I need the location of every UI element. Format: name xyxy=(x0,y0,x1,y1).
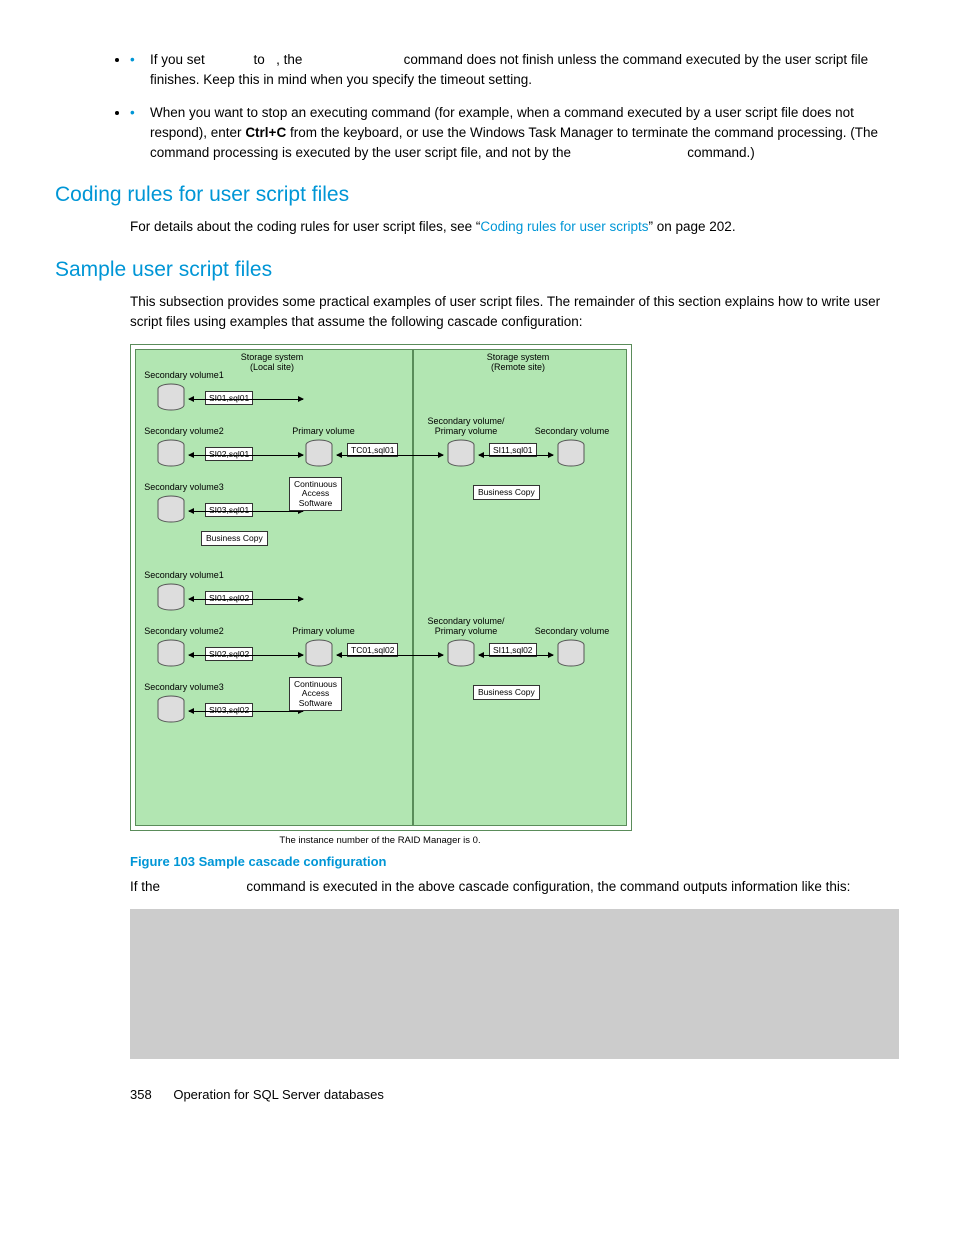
page-content: If you set to , the command does not fin… xyxy=(0,0,954,1132)
cylinder-icon xyxy=(445,639,477,671)
cylinder-icon xyxy=(303,639,335,671)
arrow-icon xyxy=(189,455,303,456)
cylinder-icon xyxy=(155,439,187,471)
bullet1-pre: If you set xyxy=(150,52,209,67)
heading-coding-rules: Coding rules for user script files xyxy=(55,183,899,207)
tag-si02-sql01: SI02,sql01 xyxy=(205,447,253,461)
cylinder-icon xyxy=(555,639,587,671)
business-copy-box-3: Business Copy xyxy=(473,685,540,700)
sv-label-1: Secondary volume xyxy=(527,427,617,437)
sv-label-2: Secondary volume xyxy=(527,627,617,637)
cylinder-icon xyxy=(303,439,335,471)
arrow-icon xyxy=(189,511,303,512)
bullet1-mid1: to xyxy=(254,52,269,67)
bullet-item-1: If you set to , the command does not fin… xyxy=(130,50,899,91)
cylinder-icon xyxy=(555,439,587,471)
remote-site-title: Storage system (Remote site) xyxy=(473,353,563,373)
arrow-icon xyxy=(189,711,303,712)
arrow-icon xyxy=(479,455,553,456)
gap xyxy=(575,145,688,160)
business-copy-box-2: Business Copy xyxy=(473,485,540,500)
after-fig-b: command is executed in the above cascade… xyxy=(246,879,850,894)
sv2-label-1: Secondary volume2 xyxy=(139,427,229,437)
ctrl-c-bold: Ctrl+C xyxy=(245,125,286,140)
footer-chapter-title: Operation for SQL Server databases xyxy=(173,1087,384,1102)
pv-label-1: Primary volume xyxy=(286,427,361,437)
bullet-item-2: When you want to stop an executing comma… xyxy=(130,103,899,164)
sv1-label-1: Secondary volume1 xyxy=(139,371,229,381)
tag-si03-sql01: SI03,sql01 xyxy=(205,503,253,517)
gap xyxy=(306,52,404,67)
cylinder-icon xyxy=(155,495,187,527)
local-site-title: Storage system (Local site) xyxy=(227,353,317,373)
cylinder-icon xyxy=(445,439,477,471)
tag-si03-sql02: SI03,sql02 xyxy=(205,703,253,717)
cascade-diagram: Storage system (Local site) Storage syst… xyxy=(130,344,632,831)
bullet2-c: command.) xyxy=(687,145,755,160)
sv3-label-1: Secondary volume3 xyxy=(139,483,229,493)
heading-sample-scripts: Sample user script files xyxy=(55,258,899,282)
sample-para: This subsection provides some practical … xyxy=(130,292,899,333)
cascade-diagram-wrap: Storage system (Local site) Storage syst… xyxy=(130,344,630,846)
gap xyxy=(164,879,247,894)
coding-text-b: ” on page 202. xyxy=(649,219,736,234)
bullet1-mid2: , the xyxy=(276,52,306,67)
pv-label-2: Primary volume xyxy=(286,627,361,637)
page-number: 358 xyxy=(130,1087,152,1102)
svpv-label-2: Secondary volume/ Primary volume xyxy=(421,617,511,637)
after-fig-a: If the xyxy=(130,879,164,894)
coding-rules-link[interactable]: Coding rules for user scripts xyxy=(480,219,648,234)
tag-si01-sql01: SI01,sql01 xyxy=(205,391,253,405)
arrow-icon xyxy=(337,655,443,656)
gap xyxy=(269,52,277,67)
code-output-block xyxy=(130,909,899,1059)
coding-text-a: For details about the coding rules for u… xyxy=(130,219,480,234)
tag-si01-sql02: SI01,sql02 xyxy=(205,591,253,605)
cas-box-1: Continuous Access Software xyxy=(289,477,342,511)
arrow-icon xyxy=(479,655,553,656)
figure-caption: Figure 103 Sample cascade configuration xyxy=(130,854,899,869)
cas-box-2: Continuous Access Software xyxy=(289,677,342,711)
gap xyxy=(209,52,254,67)
arrow-icon xyxy=(337,455,443,456)
coding-para: For details about the coding rules for u… xyxy=(130,217,899,237)
cylinder-icon xyxy=(155,695,187,727)
top-bullet-list: If you set to , the command does not fin… xyxy=(55,50,899,163)
tag-si02-sql02: SI02,sql02 xyxy=(205,647,253,661)
business-copy-box-1: Business Copy xyxy=(201,531,268,546)
svpv-label-1: Secondary volume/ Primary volume xyxy=(421,417,511,437)
raid-instance-note: The instance number of the RAID Manager … xyxy=(130,835,630,846)
page-footer: 358 Operation for SQL Server databases xyxy=(130,1087,899,1102)
arrow-icon xyxy=(189,399,303,400)
arrow-icon xyxy=(189,599,303,600)
sv1-label-2: Secondary volume1 xyxy=(139,571,229,581)
sv2-label-2: Secondary volume2 xyxy=(139,627,229,637)
sv3-label-2: Secondary volume3 xyxy=(139,683,229,693)
arrow-icon xyxy=(189,655,303,656)
cylinder-icon xyxy=(155,583,187,615)
cylinder-icon xyxy=(155,383,187,415)
cylinder-icon xyxy=(155,639,187,671)
after-figure-para: If the command is executed in the above … xyxy=(130,877,899,897)
